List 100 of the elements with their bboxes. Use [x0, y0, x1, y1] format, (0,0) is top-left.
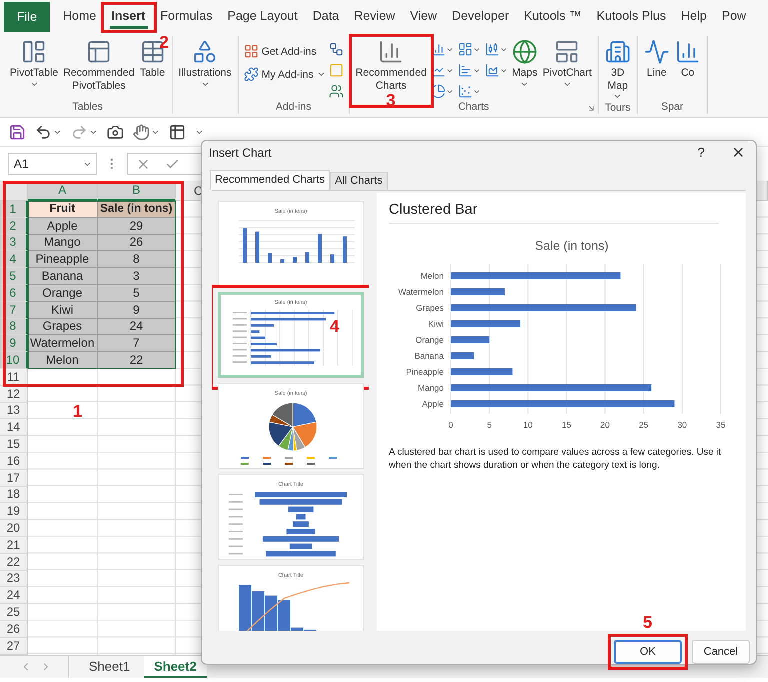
ribbon-button[interactable]: PivotChart [540, 38, 594, 90]
chart-type-button[interactable] [456, 41, 482, 58]
ribbon-button[interactable]: Illustrations [176, 38, 234, 90]
chart-type-button[interactable] [484, 62, 509, 79]
menu-tab[interactable]: Formulas [158, 5, 215, 29]
annotation-number: 1 [73, 403, 82, 420]
menu-tab[interactable]: Insert [110, 5, 148, 29]
row-number[interactable]: 15 [0, 436, 28, 453]
ribbon-button[interactable]: My Add-ins [242, 65, 327, 84]
bar [451, 368, 513, 376]
row-number[interactable]: 16 [0, 452, 28, 470]
chart-type-button[interactable] [328, 83, 345, 100]
form-icon [169, 124, 186, 140]
menu-tab[interactable]: Kutools ™ [522, 5, 584, 29]
ok-button[interactable]: OK [614, 640, 682, 664]
table-cell: Pineapple [28, 251, 98, 268]
sheet-tab[interactable]: Sheet1 [79, 656, 140, 678]
column-chart-icon [674, 39, 701, 65]
sheet-tab[interactable]: Sheet2 [144, 656, 207, 678]
dialog-title: Insert Chart [209, 146, 272, 160]
chart-type-button[interactable] [456, 83, 482, 100]
save-button[interactable] [9, 124, 26, 140]
menu-tab[interactable]: Pow [720, 5, 748, 29]
dialog-tab[interactable]: Recommended Charts [210, 170, 330, 190]
ribbon-button[interactable]: 3D Map [602, 38, 633, 102]
menu-tab[interactable]: Help [679, 5, 709, 29]
category-label: Apple [422, 399, 444, 409]
table-cell: Banana [28, 268, 98, 285]
tick-label: 35 [716, 420, 726, 430]
menu-tab[interactable]: Page Layout [226, 5, 300, 29]
treemap-icon [458, 42, 473, 57]
cell-reference: A1 [14, 157, 29, 171]
menu-tab[interactable]: Kutools Plus [594, 5, 668, 29]
group-label: Tables [72, 101, 103, 113]
pivot-chart-icon [554, 39, 580, 65]
name-box[interactable]: A1 [8, 153, 97, 175]
ribbon-button[interactable]: Line [642, 38, 672, 81]
bar [451, 352, 474, 360]
group-label: Spar [661, 101, 684, 113]
redo-icon [71, 124, 88, 140]
chart-type-button[interactable] [328, 41, 345, 58]
row-number[interactable]: 14 [0, 419, 28, 436]
row-number[interactable]: 17 [0, 470, 28, 487]
sparkline-icon [644, 39, 670, 65]
row-number[interactable]: 23 [0, 570, 28, 588]
annotation-number: 5 [643, 614, 652, 631]
table-cell: 8 [98, 251, 176, 268]
chart-type-button[interactable] [484, 41, 509, 58]
puzzle-icon [244, 67, 259, 82]
ribbon-button[interactable]: Recommended PivotTables [61, 38, 137, 94]
ribbon-button[interactable]: PivotTable [8, 38, 60, 90]
row-number[interactable]: 18 [0, 486, 28, 504]
table-cell: 3 [98, 268, 176, 285]
tick-label: 10 [523, 420, 533, 430]
touch-mode-button[interactable] [133, 124, 160, 140]
undo-button[interactable] [35, 124, 62, 140]
table-cell: Grapes [28, 318, 98, 336]
cancel-button[interactable]: Cancel [692, 640, 750, 664]
table-cell: Melon [28, 352, 98, 369]
row-number[interactable]: 13 [0, 402, 28, 420]
menu-tab[interactable]: View [408, 5, 440, 29]
camera-button[interactable] [107, 124, 124, 140]
row-number[interactable]: 24 [0, 587, 28, 604]
menu-tab[interactable]: Home [61, 5, 98, 29]
category-label: Grapes [416, 303, 444, 313]
bar [451, 288, 505, 296]
ribbon-button[interactable]: Maps [510, 38, 540, 90]
help-button[interactable]: ? [698, 145, 705, 160]
menu-tab[interactable]: Data [310, 5, 342, 29]
chart-type-button[interactable] [456, 62, 482, 79]
menu-tab[interactable]: Review [352, 5, 398, 29]
dialog-tab[interactable]: All Charts [330, 172, 388, 190]
table-cell: Orange [28, 284, 98, 302]
category-label: Orange [416, 335, 444, 345]
row-number[interactable]: 20 [0, 520, 28, 537]
ribbon-button[interactable]: Get Add-ins [242, 42, 327, 61]
table-cell: 29 [98, 218, 176, 235]
row-number[interactable]: 26 [0, 620, 28, 638]
row-number[interactable]: 21 [0, 536, 28, 554]
close-button[interactable] [731, 145, 746, 160]
row-number[interactable]: 19 [0, 503, 28, 520]
menu-tab[interactable]: File [4, 2, 50, 32]
bar [451, 320, 520, 328]
bar-chart-icon [458, 63, 473, 78]
scatter-chart-icon [458, 84, 473, 99]
row-number[interactable]: 22 [0, 554, 28, 571]
column-chart-icon [378, 39, 404, 65]
ribbon-button[interactable]: Co [672, 38, 703, 81]
tick-label: 25 [639, 420, 649, 430]
row-number[interactable]: 25 [0, 604, 28, 621]
ribbon-button[interactable]: Recommended Charts [354, 38, 429, 94]
hand-icon [133, 124, 150, 140]
row-number[interactable]: 27 [0, 638, 28, 655]
table-cell: Mango [28, 234, 98, 252]
chart-type-heading: Clustered Bar [389, 202, 719, 224]
dialog-launcher-icon[interactable] [586, 104, 596, 113]
menu-tab[interactable]: Developer [450, 5, 512, 29]
category-label: Watermelon [398, 287, 444, 297]
category-label: Pineapple [406, 367, 444, 377]
form-button[interactable] [169, 124, 186, 140]
